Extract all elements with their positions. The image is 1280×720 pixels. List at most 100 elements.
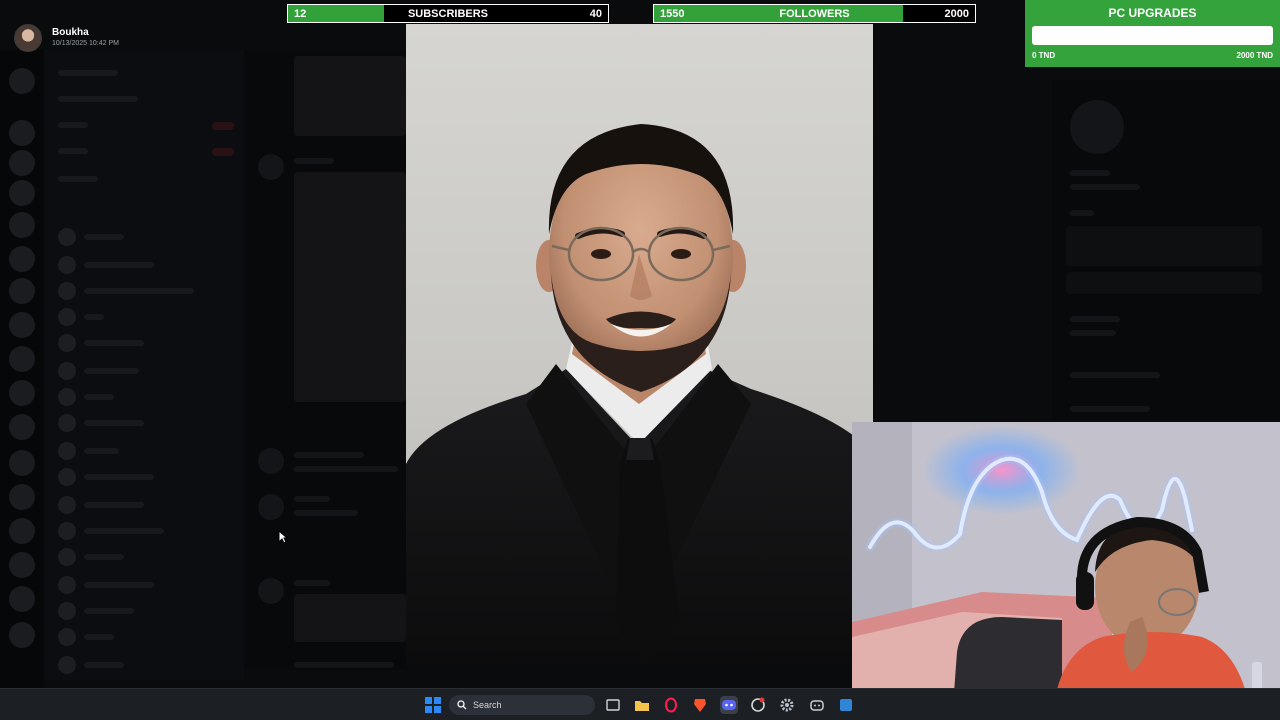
brave-icon[interactable] xyxy=(691,696,709,714)
list-item[interactable] xyxy=(58,602,134,620)
list-item[interactable] xyxy=(58,92,138,106)
pc-upgrades-min: 0 TND xyxy=(1032,51,1056,60)
pc-upgrades-max: 2000 TND xyxy=(1236,51,1273,60)
list-item[interactable] xyxy=(58,496,144,514)
pc-upgrades-progress-track xyxy=(1032,26,1273,45)
taskbar: Search xyxy=(0,688,1280,720)
list-item[interactable] xyxy=(58,66,118,80)
list-item[interactable] xyxy=(58,256,154,274)
server-icon[interactable] xyxy=(9,380,35,406)
list-item[interactable] xyxy=(58,144,88,158)
user-name: Boukha xyxy=(52,27,89,38)
list-item[interactable] xyxy=(58,656,124,674)
chat-image[interactable] xyxy=(294,172,406,402)
followers-target: 2000 xyxy=(944,7,969,20)
list-item[interactable] xyxy=(58,362,139,380)
list-item[interactable] xyxy=(58,334,144,352)
list-item[interactable] xyxy=(58,118,88,132)
list-item[interactable] xyxy=(58,442,119,460)
notification-badge xyxy=(212,148,234,156)
message-line xyxy=(294,158,334,164)
taskbar-search[interactable]: Search xyxy=(449,695,595,715)
followers-goal-bar: 1550 FOLLOWERS 2000 xyxy=(653,4,976,23)
avatar xyxy=(258,448,284,474)
message-line xyxy=(294,466,398,472)
settings-icon[interactable] xyxy=(778,696,796,714)
list-item[interactable] xyxy=(58,172,98,186)
dm-list xyxy=(44,50,244,680)
server-rail xyxy=(0,50,44,688)
server-icon[interactable] xyxy=(9,346,35,372)
message-line xyxy=(294,510,358,516)
server-icon[interactable] xyxy=(9,586,35,612)
list-item[interactable] xyxy=(58,576,154,594)
avatar xyxy=(258,494,284,520)
server-icon[interactable] xyxy=(9,450,35,476)
message-line xyxy=(294,496,330,502)
profile-box[interactable] xyxy=(1066,226,1262,266)
discord-icon[interactable] xyxy=(720,696,738,714)
followers-label: FOLLOWERS xyxy=(779,7,850,20)
capture-icon[interactable] xyxy=(749,696,767,714)
server-icon[interactable] xyxy=(9,246,35,272)
server-icon[interactable] xyxy=(9,312,35,338)
viewed-image[interactable] xyxy=(406,24,873,664)
subscribers-goal-bar: 12 SUBSCRIBERS 40 xyxy=(287,4,609,23)
task-view-icon[interactable] xyxy=(604,696,622,714)
list-item[interactable] xyxy=(58,308,104,326)
list-item[interactable] xyxy=(58,628,114,646)
list-item[interactable] xyxy=(58,468,154,486)
profile-line xyxy=(1070,372,1160,378)
profile-line xyxy=(1070,210,1094,216)
server-icon[interactable] xyxy=(9,484,35,510)
server-icon[interactable] xyxy=(9,212,35,238)
server-icon[interactable] xyxy=(9,180,35,206)
avatar xyxy=(258,578,284,604)
webcam-overlay xyxy=(852,422,1280,720)
windows-start-icon[interactable] xyxy=(424,696,442,714)
subscribers-target: 40 xyxy=(589,7,602,20)
profile-line xyxy=(1070,406,1150,412)
profile-name xyxy=(1070,170,1110,176)
list-item[interactable] xyxy=(58,228,124,246)
pc-upgrades-widget: PC UPGRADES 0 TND 2000 TND xyxy=(1025,0,1280,67)
list-item[interactable] xyxy=(58,414,144,432)
list-item[interactable] xyxy=(58,548,124,566)
avatar xyxy=(1070,100,1124,154)
image-viewer-header: Boukha 10/13/2025 10:42 PM xyxy=(14,24,119,52)
list-item[interactable] xyxy=(58,388,114,406)
notification-badge xyxy=(212,122,234,130)
list-item[interactable] xyxy=(58,282,194,300)
avatar xyxy=(258,154,284,180)
message-line xyxy=(294,580,330,586)
profile-panel xyxy=(1052,80,1280,420)
message-input[interactable] xyxy=(294,662,394,668)
server-icon[interactable] xyxy=(9,68,35,94)
server-icon[interactable] xyxy=(9,150,35,176)
server-icon[interactable] xyxy=(9,120,35,146)
avatar[interactable] xyxy=(14,24,42,52)
app-icon-2[interactable] xyxy=(837,696,855,714)
timestamp: 10/13/2025 10:42 PM xyxy=(52,40,119,47)
list-item[interactable] xyxy=(58,522,164,540)
profile-line xyxy=(1070,316,1120,322)
server-icon[interactable] xyxy=(9,278,35,304)
subscribers-label: SUBSCRIBERS xyxy=(407,7,489,20)
chat-area xyxy=(244,50,406,670)
chat-image[interactable] xyxy=(294,594,406,642)
server-icon[interactable] xyxy=(9,414,35,440)
server-icon[interactable] xyxy=(9,518,35,544)
server-icon[interactable] xyxy=(9,622,35,648)
opera-gx-icon[interactable] xyxy=(662,696,680,714)
file-explorer-icon[interactable] xyxy=(633,696,651,714)
edit-profile-button[interactable] xyxy=(1066,272,1262,294)
profile-line xyxy=(1070,184,1140,190)
search-icon xyxy=(457,700,467,710)
server-icon[interactable] xyxy=(9,552,35,578)
app-icon[interactable] xyxy=(808,696,826,714)
message-line xyxy=(294,452,364,458)
chat-image[interactable] xyxy=(294,56,406,136)
search-label: Search xyxy=(473,700,502,710)
profile-line xyxy=(1070,330,1116,336)
mouse-cursor-icon xyxy=(278,530,288,544)
